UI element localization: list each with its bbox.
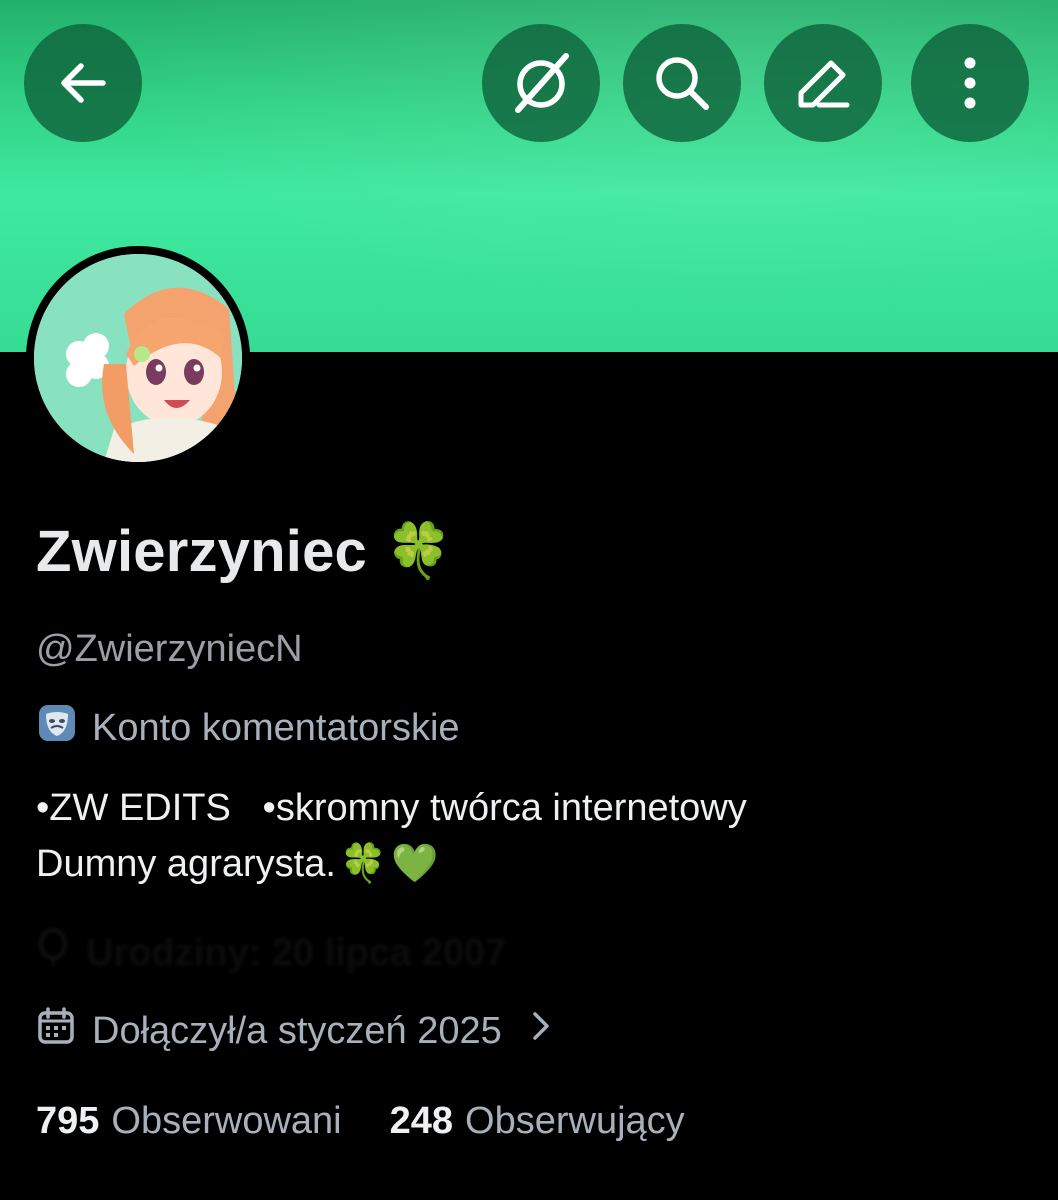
followers-label: Obserwujący — [465, 1100, 685, 1142]
profile-bio: •ZW EDITS •skromny twórca internetowy Du… — [36, 780, 1026, 892]
calendar-icon — [36, 1006, 76, 1056]
following-label: Obserwowani — [111, 1100, 342, 1142]
birthday-text: Urodziny: 20 lipca 2007 — [86, 931, 507, 974]
back-button[interactable] — [24, 24, 142, 142]
search-button[interactable] — [623, 24, 741, 142]
bio-line-1: •ZW EDITS •skromny twórca internetowy — [36, 787, 747, 829]
bio-line-2: Dumny agrarysta. 🍀 💚 — [36, 836, 1026, 892]
bio-text-2: Dumny agrarysta. — [36, 843, 336, 885]
arrow-left-icon — [61, 63, 106, 103]
grok-button[interactable] — [482, 24, 600, 142]
theater-masks-icon — [36, 702, 78, 754]
clover-emoji: 🍀 — [385, 521, 453, 581]
profile-avatar[interactable] — [26, 246, 250, 470]
account-label-text: Konto komentatorskie — [92, 706, 460, 749]
grok-icon — [515, 53, 569, 113]
chevron-right-icon — [530, 1009, 552, 1053]
avatar-image — [34, 254, 242, 462]
balloon-icon — [36, 928, 70, 978]
profile-handle: @ZwierzyniecN — [36, 628, 303, 670]
account-label[interactable]: Konto komentatorskie — [36, 702, 460, 754]
search-icon — [656, 57, 709, 110]
following-link[interactable]: 795 Obserwowani — [36, 1100, 342, 1143]
followers-count: 248 — [389, 1100, 454, 1142]
edit-button[interactable] — [764, 24, 882, 142]
display-name: Zwierzyniec — [36, 519, 367, 584]
pencil-icon — [798, 60, 850, 108]
followers-link[interactable]: 248 Obserwujący — [390, 1100, 685, 1143]
more-button[interactable] — [911, 24, 1029, 142]
birthday-row: Urodziny: 20 lipca 2007 — [36, 928, 506, 978]
following-count: 795 — [36, 1100, 100, 1142]
green-heart-emoji: 💚 — [391, 843, 439, 885]
joined-date-row[interactable]: Dołączył/a styczeń 2025 — [36, 1006, 552, 1056]
more-vertical-icon — [964, 57, 976, 109]
follow-stats: 795 Obserwowani 248 Obserwujący — [36, 1100, 685, 1143]
joined-text: Dołączył/a styczeń 2025 — [92, 1009, 502, 1052]
display-name-row: Zwierzyniec 🍀 — [36, 518, 452, 585]
clover-emoji: 🍀 — [339, 843, 388, 885]
